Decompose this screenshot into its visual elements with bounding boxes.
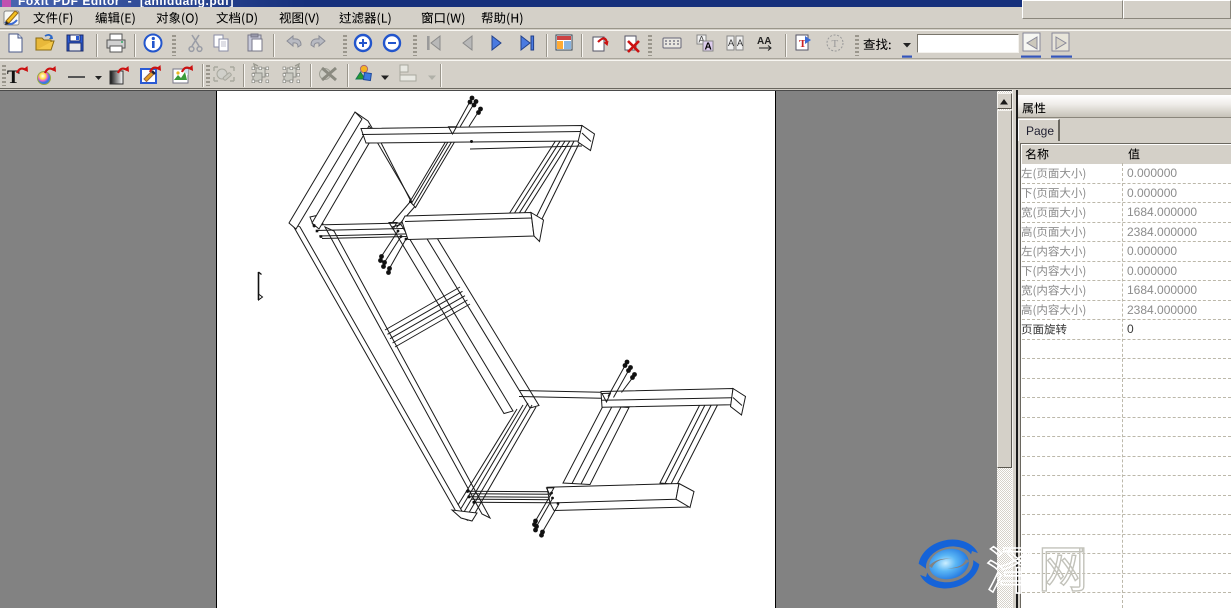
svg-text:A: A (705, 42, 712, 53)
svg-text:AA: AA (757, 36, 771, 47)
svg-text:A: A (737, 38, 743, 48)
svg-text:T: T (832, 38, 839, 50)
svg-text:A: A (728, 38, 734, 48)
